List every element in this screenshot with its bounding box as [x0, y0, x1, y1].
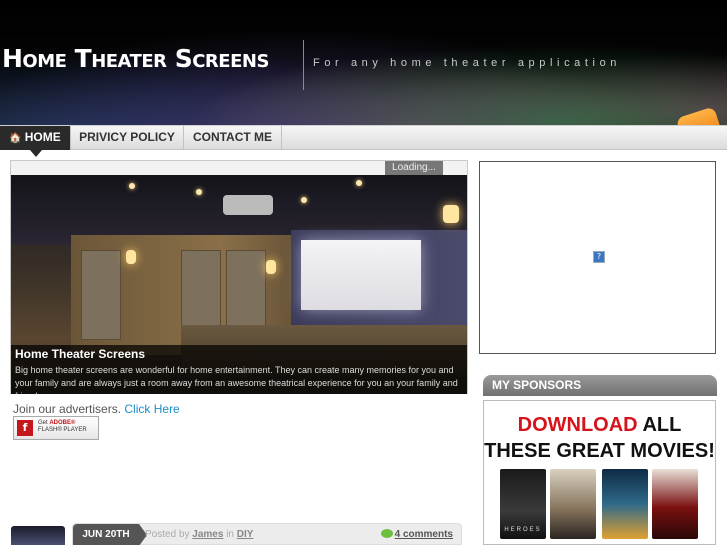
movie-poster[interactable]	[652, 469, 698, 539]
sponsor-promo-text: DOWNLOAD ALL THESE GREAT MOVIES!	[484, 414, 715, 462]
nav-item-home[interactable]: 🏠 HOME	[0, 126, 71, 157]
movie-poster[interactable]: HEROES	[500, 469, 546, 539]
post-author-link[interactable]: James	[192, 529, 223, 540]
home-icon: 🏠	[9, 133, 22, 144]
image-wall-sconce	[443, 205, 459, 223]
post-byline: Posted by James in DIY	[145, 529, 253, 540]
movie-poster[interactable]	[602, 469, 648, 539]
featured-slideshow[interactable]: Loading... Home Theater Screens Big home…	[10, 160, 468, 394]
image-ceiling-light	[301, 197, 307, 203]
image-wall-sconce	[266, 260, 276, 274]
slide-caption: Home Theater Screens Big home theater sc…	[11, 345, 467, 394]
post-date-badge: JUN 20TH	[73, 524, 147, 545]
loading-indicator: Loading...	[385, 161, 443, 175]
sponsors-heading: MY SPONSORS	[483, 375, 717, 396]
flash-logo-icon: f	[17, 420, 33, 436]
main-nav: 🏠 HOME PRIVICY POLICY CONTACT ME	[0, 125, 727, 157]
flash-badge-text: Get ADOBE® FLASH® PLAYER	[38, 420, 87, 433]
slide-caption-text: Big home theater screens are wonderful f…	[15, 365, 458, 394]
featured-image[interactable]: Home Theater Screens Big home theater sc…	[11, 175, 467, 394]
sidebar-ad-box[interactable]: ?	[479, 161, 716, 354]
posted-by-label: Posted by	[145, 529, 190, 540]
post-comments: 4 comments	[380, 529, 453, 540]
image-wall-sconce	[126, 250, 136, 264]
nav-item-label: HOME	[24, 130, 61, 144]
poster-title: HEROES	[504, 527, 542, 533]
image-ceiling-light	[129, 183, 135, 189]
movie-poster[interactable]	[550, 469, 596, 539]
site-tagline: For any home theater application	[313, 57, 622, 69]
in-label: in	[226, 529, 234, 540]
image-ceiling-light	[356, 180, 362, 186]
nav-item-contact-me[interactable]: CONTACT ME	[184, 126, 282, 150]
comment-bubble-icon	[380, 529, 393, 538]
sponsor-banner[interactable]: DOWNLOAD ALL THESE GREAT MOVIES! HEROES	[483, 400, 716, 545]
image-projection-screen	[301, 240, 421, 310]
post-category-link[interactable]: DIY	[237, 529, 254, 540]
post-meta-bar: JUN 20TH Posted by James in DIY 4 commen…	[72, 523, 462, 545]
advertise-line: Join our advertisers. Click Here	[13, 402, 180, 416]
nav-item-privacy-policy[interactable]: PRIVICY POLICY	[71, 126, 184, 150]
image-ceiling-light	[196, 189, 202, 195]
site-title[interactable]: Home Theater Screens	[2, 44, 269, 73]
title-divider	[303, 40, 304, 90]
missing-plugin-icon: ?	[593, 251, 605, 263]
image-projector	[223, 195, 273, 215]
get-flash-player-badge[interactable]: f Get ADOBE® FLASH® PLAYER	[13, 416, 99, 440]
comments-link[interactable]: 4 comments	[395, 529, 453, 540]
slide-caption-title[interactable]: Home Theater Screens	[15, 347, 463, 362]
advertise-text: Join our advertisers.	[13, 402, 122, 416]
post-thumbnail[interactable]	[11, 526, 65, 545]
site-header: Home Theater Screens For any home theate…	[0, 0, 727, 140]
image-wall-panel	[81, 250, 121, 340]
advertise-link[interactable]: Click Here	[124, 402, 179, 416]
